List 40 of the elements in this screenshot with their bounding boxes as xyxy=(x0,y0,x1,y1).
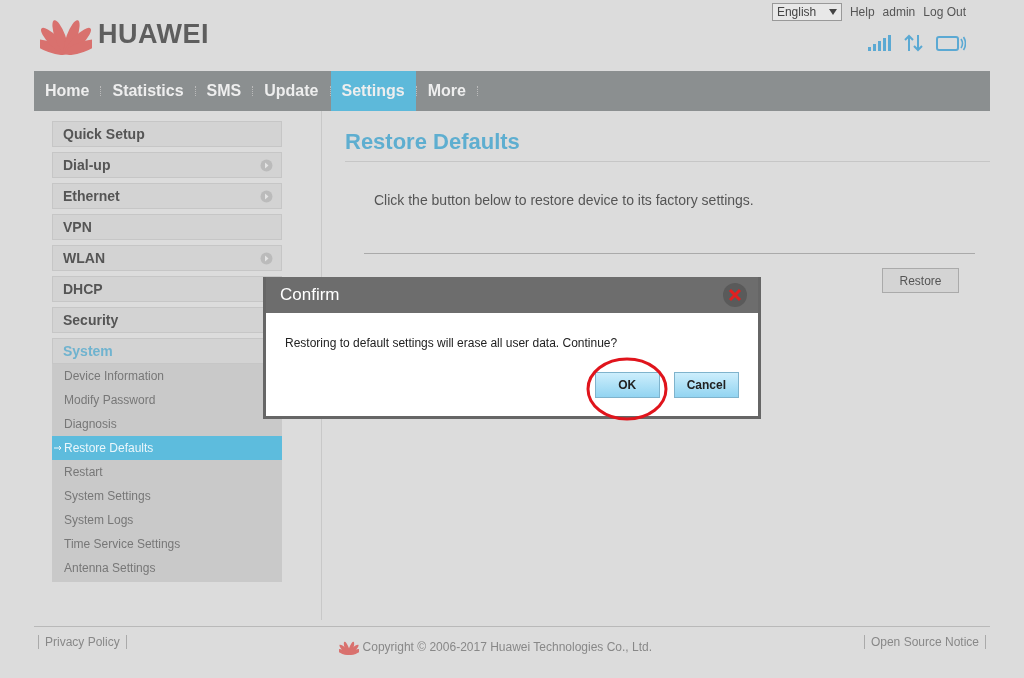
dialog-button[interactable]: OK xyxy=(594,372,660,398)
nav-tab[interactable]: SMS xyxy=(195,71,253,111)
header-link[interactable]: admin xyxy=(882,5,916,19)
submenu-item[interactable]: Diagnosis xyxy=(52,412,282,436)
privacy-link[interactable]: Privacy Policy xyxy=(38,635,127,649)
language-select[interactable]: English xyxy=(771,3,842,21)
sidebar-item[interactable]: Dial-up xyxy=(52,152,282,178)
submenu-item[interactable]: Restart xyxy=(52,460,282,484)
logo-icon xyxy=(338,639,359,655)
restore-button[interactable]: Restore xyxy=(882,268,959,293)
nav-tab[interactable]: Home xyxy=(34,71,101,111)
sidebar-item[interactable]: Ethernet xyxy=(52,183,282,209)
header-link[interactable]: Help xyxy=(849,5,875,19)
dialog-button[interactable]: Cancel xyxy=(673,372,739,398)
open-source-link[interactable]: Open Source Notice xyxy=(863,635,986,649)
arrow-icon xyxy=(54,445,63,451)
copyright-text: Copyright © 2006-2017 Huawei Technologies Co., Ltd. xyxy=(362,640,653,654)
description: Click the button below to restore device to its factory settings. xyxy=(374,192,755,208)
nav-tab[interactable]: Settings xyxy=(330,71,416,111)
sidebar-item[interactable]: WLAN xyxy=(52,245,282,271)
submenu-item[interactable]: Restore Defaults xyxy=(52,436,282,460)
submenu-item[interactable]: Time Service Settings xyxy=(52,532,282,556)
nav-tab[interactable]: Update xyxy=(253,71,330,111)
submenu-item[interactable]: System Logs xyxy=(52,508,282,532)
page-title: Restore Defaults xyxy=(345,129,990,162)
submenu-item[interactable]: Antenna Settings xyxy=(52,556,282,580)
dialog-message: Restoring to default settings will erase all user data. Continue? xyxy=(285,336,619,350)
caret-icon xyxy=(828,9,837,15)
sidebar-item[interactable]: Quick Setup xyxy=(52,121,282,147)
submenu-item[interactable]: System Settings xyxy=(52,484,282,508)
header-link[interactable]: Log Out xyxy=(923,5,966,19)
brand-name: HUAWEI xyxy=(98,18,209,50)
sidebar-item[interactable]: VPN xyxy=(52,214,282,240)
signal-icon xyxy=(868,35,892,51)
sidebar-item[interactable]: DHCP xyxy=(52,276,282,302)
nav-tab[interactable]: Statistics xyxy=(101,71,195,111)
data-transfer-icon xyxy=(904,34,924,52)
nav-tab[interactable]: More xyxy=(416,71,477,111)
dialog-title: Confirm xyxy=(280,285,340,305)
close-icon[interactable] xyxy=(722,282,748,308)
